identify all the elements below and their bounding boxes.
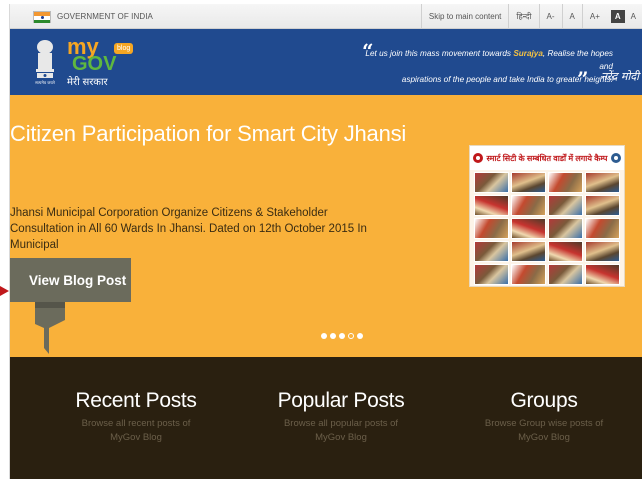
site-header: सत्यमेव जयते my GOV blog मेरी सरकार “ Le… (10, 29, 642, 95)
state-emblem-icon[interactable]: सत्यमेव जयते (32, 38, 58, 86)
groups-title[interactable]: Groups (444, 389, 642, 413)
collage-photo (585, 218, 620, 239)
recent-posts-section[interactable]: Recent Posts Browse all recent posts of M… (36, 389, 236, 445)
collage-photo (474, 195, 509, 216)
emblem-motto: सत्यमेव जयते (35, 80, 55, 85)
collage-photo (585, 241, 620, 262)
collage-photo (548, 172, 583, 193)
logo-tagline: मेरी सरकार (67, 77, 108, 88)
popular-posts-section[interactable]: Popular Posts Browse all popular posts o… (241, 389, 441, 445)
blog-sections: Recent Posts Browse all recent posts of M… (10, 357, 642, 479)
collage-photo (474, 241, 509, 262)
view-blog-post-button[interactable]: View Blog Post (10, 258, 131, 302)
normal-contrast-button[interactable]: A (629, 4, 642, 29)
government-bar: GOVERNMENT OF INDIA Skip to main content… (10, 4, 642, 29)
collage-photo (548, 241, 583, 262)
ribbon-tail-icon (35, 302, 65, 354)
quote-highlight: Surajya (513, 49, 543, 58)
collage-photo (585, 195, 620, 216)
groups-section[interactable]: Groups Browse Group wise posts of MyGov B… (444, 389, 642, 445)
hero-slider: Citizen Participation for Smart City Jha… (10, 95, 642, 357)
carousel-dot[interactable] (339, 333, 345, 339)
collage-photo (548, 264, 583, 285)
carousel-dot[interactable] (348, 333, 354, 339)
collage-photo (585, 264, 620, 285)
skip-to-main-link[interactable]: Skip to main content (420, 4, 508, 29)
slide-description: Jhansi Municipal Corporation Organize Ci… (10, 207, 367, 251)
hindi-language-link[interactable]: हिन्दी (508, 4, 538, 29)
logo-blog-badge: blog (114, 43, 134, 54)
collage-photo (511, 195, 546, 216)
collage-photo (511, 218, 546, 239)
image-banner: स्मार्ट सिटी के सम्बंधित वार्डों में लगा… (470, 146, 624, 170)
recent-posts-title[interactable]: Recent Posts (36, 389, 236, 413)
carousel-dots (321, 333, 363, 339)
popular-posts-title[interactable]: Popular Posts (241, 389, 441, 413)
jhansi-logo-icon (472, 153, 483, 163)
high-contrast-button[interactable]: A (610, 10, 625, 23)
slide-title[interactable]: Citizen Participation for Smart City Jha… (10, 121, 406, 147)
popular-posts-desc: Browse all popular posts of MyGov Blog (283, 418, 399, 443)
font-increase-button[interactable]: A+ (581, 4, 607, 29)
collage-photo (511, 264, 546, 285)
collage-photo (474, 264, 509, 285)
accessibility-links: Skip to main content हिन्दी A- A A+ A A (420, 4, 642, 29)
pm-quote: Let us join this mass movement towards S… (365, 49, 613, 84)
carousel-dot[interactable] (330, 333, 336, 339)
groups-desc: Browse Group wise posts of MyGov Blog (484, 418, 604, 443)
image-banner-text: स्मार्ट सिटी के सम्बंधित वार्डों में लगा… (486, 153, 608, 163)
font-normal-button[interactable]: A (561, 4, 582, 29)
india-flag-icon (33, 11, 51, 23)
collage-photo (474, 218, 509, 239)
font-decrease-button[interactable]: A- (538, 4, 562, 29)
pm-signature: नरेंद्र मोदी (600, 70, 639, 83)
smart-city-logo-icon (611, 153, 622, 163)
left-pointer-icon (0, 286, 9, 296)
close-quote-icon: ” (577, 67, 589, 91)
collage-photo (548, 195, 583, 216)
slide-image[interactable]: स्मार्ट सिटी के सम्बंधित वार्डों में लगा… (469, 145, 625, 287)
carousel-dot[interactable] (321, 333, 327, 339)
collage-photo (548, 218, 583, 239)
collage-photo (585, 172, 620, 193)
carousel-dot[interactable] (357, 333, 363, 339)
logo-gov[interactable]: GOV (72, 54, 116, 74)
photo-collage (474, 172, 620, 285)
collage-photo (511, 241, 546, 262)
collage-photo (474, 172, 509, 193)
page-frame: GOVERNMENT OF INDIA Skip to main content… (9, 4, 642, 479)
collage-photo (511, 172, 546, 193)
government-label: GOVERNMENT OF INDIA (57, 12, 153, 21)
recent-posts-desc: Browse all recent posts of MyGov Blog (81, 418, 191, 443)
